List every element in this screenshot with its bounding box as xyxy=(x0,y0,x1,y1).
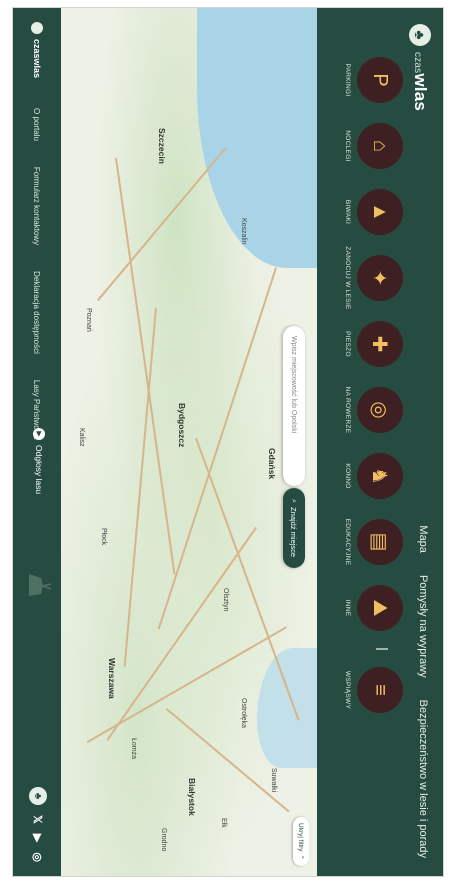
city-label: Warszawa xyxy=(107,658,117,699)
book-icon: ▤ xyxy=(357,519,403,565)
footer-social: ♣ 𝕏 ▶ ◎ xyxy=(29,787,47,862)
rotated-page: ♣ czaswlas Mapa Pomysły na wyprawy Bezpi… xyxy=(13,8,443,876)
category-4[interactable]: ✚ PIESZO xyxy=(344,318,403,370)
category-label: NA ROWERZE xyxy=(344,386,351,434)
category-8[interactable]: ⛰ INNE xyxy=(344,582,403,634)
category-label: EDUKACYJNE xyxy=(344,518,351,566)
site-logo[interactable]: ♣ czaswlas xyxy=(409,24,431,111)
category-label: PIESZO xyxy=(344,331,351,357)
deer-silhouette-icon xyxy=(29,574,52,596)
category-1[interactable]: ⌂ NOCLEGI xyxy=(344,120,403,172)
footer-logo[interactable]: czaswlas xyxy=(31,22,43,78)
category-label: NOCLEGI xyxy=(344,130,351,162)
main-nav: Mapa Pomysły na wyprawy Bezpieczeństwo w… xyxy=(417,525,429,858)
city-label: Kalisz xyxy=(78,428,85,447)
category-separator xyxy=(376,648,389,650)
tree-logo-icon: ♣ xyxy=(409,24,431,46)
city-label: Grodno xyxy=(160,828,167,852)
category-3[interactable]: ✦ ZANOCUJ W LESIE xyxy=(344,246,403,310)
backpack-icon: ✚ xyxy=(357,321,403,367)
lasy-panstwowe-logo-icon[interactable]: ♣ xyxy=(29,787,47,806)
category-9[interactable]: ≡ WSPIĄSWY xyxy=(344,664,403,716)
header: ♣ czaswlas Mapa Pomysły na wyprawy Bezpi… xyxy=(317,8,443,876)
city-label: Koszalin xyxy=(240,218,247,245)
horse-icon: ♞ xyxy=(357,453,403,499)
mountains-icon: ⛰ xyxy=(357,585,403,631)
category-7[interactable]: ▤ EDUKACYJNE xyxy=(344,516,403,568)
nav-safety[interactable]: Bezpieczeństwo w lesie i porady xyxy=(417,700,429,858)
parking-icon: P xyxy=(357,57,403,103)
category-label: WSPIĄSWY xyxy=(344,670,351,710)
brand-name: czaswlas xyxy=(411,52,430,112)
road-line xyxy=(124,307,157,667)
instagram-icon[interactable]: ◎ xyxy=(32,852,45,862)
hide-filters-button[interactable]: Ukryj filtry ⌃ xyxy=(293,817,309,866)
city-label: Bydgoszcz xyxy=(177,403,187,448)
footer-link-accessibility[interactable]: Deklaracja dostępności xyxy=(32,271,41,354)
x-icon[interactable]: 𝕏 xyxy=(32,815,45,824)
cabin-icon: ⌂ xyxy=(357,123,403,169)
chevron-up-icon: ⌃ xyxy=(297,854,304,860)
play-icon: ▶ xyxy=(33,428,45,440)
city-label: Poznań xyxy=(85,308,92,332)
find-place-button[interactable]: ⌕ Znajdź miejsce xyxy=(283,488,305,568)
category-label: ZANOCUJ W LESIE xyxy=(344,246,351,310)
baltic-sea xyxy=(197,8,317,268)
footer-links: O portalu Formularz kontaktowy Deklaracj… xyxy=(32,108,41,440)
road-line xyxy=(115,158,176,575)
category-label: PARKINGI xyxy=(344,63,351,97)
tent-icon: ▲ xyxy=(357,189,403,235)
category-label: BIWAKI xyxy=(344,199,351,225)
tree-mini-icon xyxy=(31,22,43,34)
bicycle-icon: ◎ xyxy=(357,387,403,433)
city-label: Suwałki xyxy=(270,768,277,793)
city-label: Płock xyxy=(100,528,107,546)
city-label: Ełk xyxy=(220,818,227,828)
category-5[interactable]: ◎ NA ROWERZE xyxy=(344,384,403,436)
category-filters: P PARKINGI ⌂ NOCLEGI ▲ BIWAKI ✦ ZANOCUJ W LESIE… xyxy=(344,54,403,716)
city-label: Ostrołęka xyxy=(240,698,247,728)
city-label: Białystok xyxy=(187,778,197,816)
category-label: INNE xyxy=(344,599,351,617)
search-input[interactable]: Wpisz miejscowość lub Opolski xyxy=(283,326,305,486)
footer: czaswlas O portalu Formularz kontaktowy … xyxy=(13,8,61,876)
city-label: Szczecin xyxy=(157,128,167,164)
category-6[interactable]: ♞ KONNO xyxy=(344,450,403,502)
category-0[interactable]: P PARKINGI xyxy=(344,54,403,106)
map[interactable]: Szczecin Koszalin Gdańsk Bydgoszcz Olsztyn Bi… xyxy=(61,8,317,876)
city-label: Gdańsk xyxy=(267,448,277,480)
category-2[interactable]: ▲ BIWAKI xyxy=(344,186,403,238)
city-label: Olsztyn xyxy=(222,588,229,612)
youtube-icon[interactable]: ▶ xyxy=(32,834,45,842)
climbing-icon: ≡ xyxy=(357,667,403,713)
forest-sounds-button[interactable]: ▶ Odgłosy lasu xyxy=(33,428,45,494)
footer-link-contact[interactable]: Formularz kontaktowy xyxy=(32,167,41,245)
city-label: Łomża xyxy=(130,738,137,760)
nav-trip-ideas[interactable]: Pomysły na wyprawy xyxy=(417,575,429,678)
map-tent-icon: ✦ xyxy=(357,255,403,301)
nav-map[interactable]: Mapa xyxy=(417,525,429,553)
footer-link-about[interactable]: O portalu xyxy=(32,108,41,141)
category-label: KONNO xyxy=(344,463,351,489)
road-line xyxy=(158,267,277,630)
gulf-water xyxy=(257,648,317,768)
search-icon: ⌕ xyxy=(290,498,299,504)
